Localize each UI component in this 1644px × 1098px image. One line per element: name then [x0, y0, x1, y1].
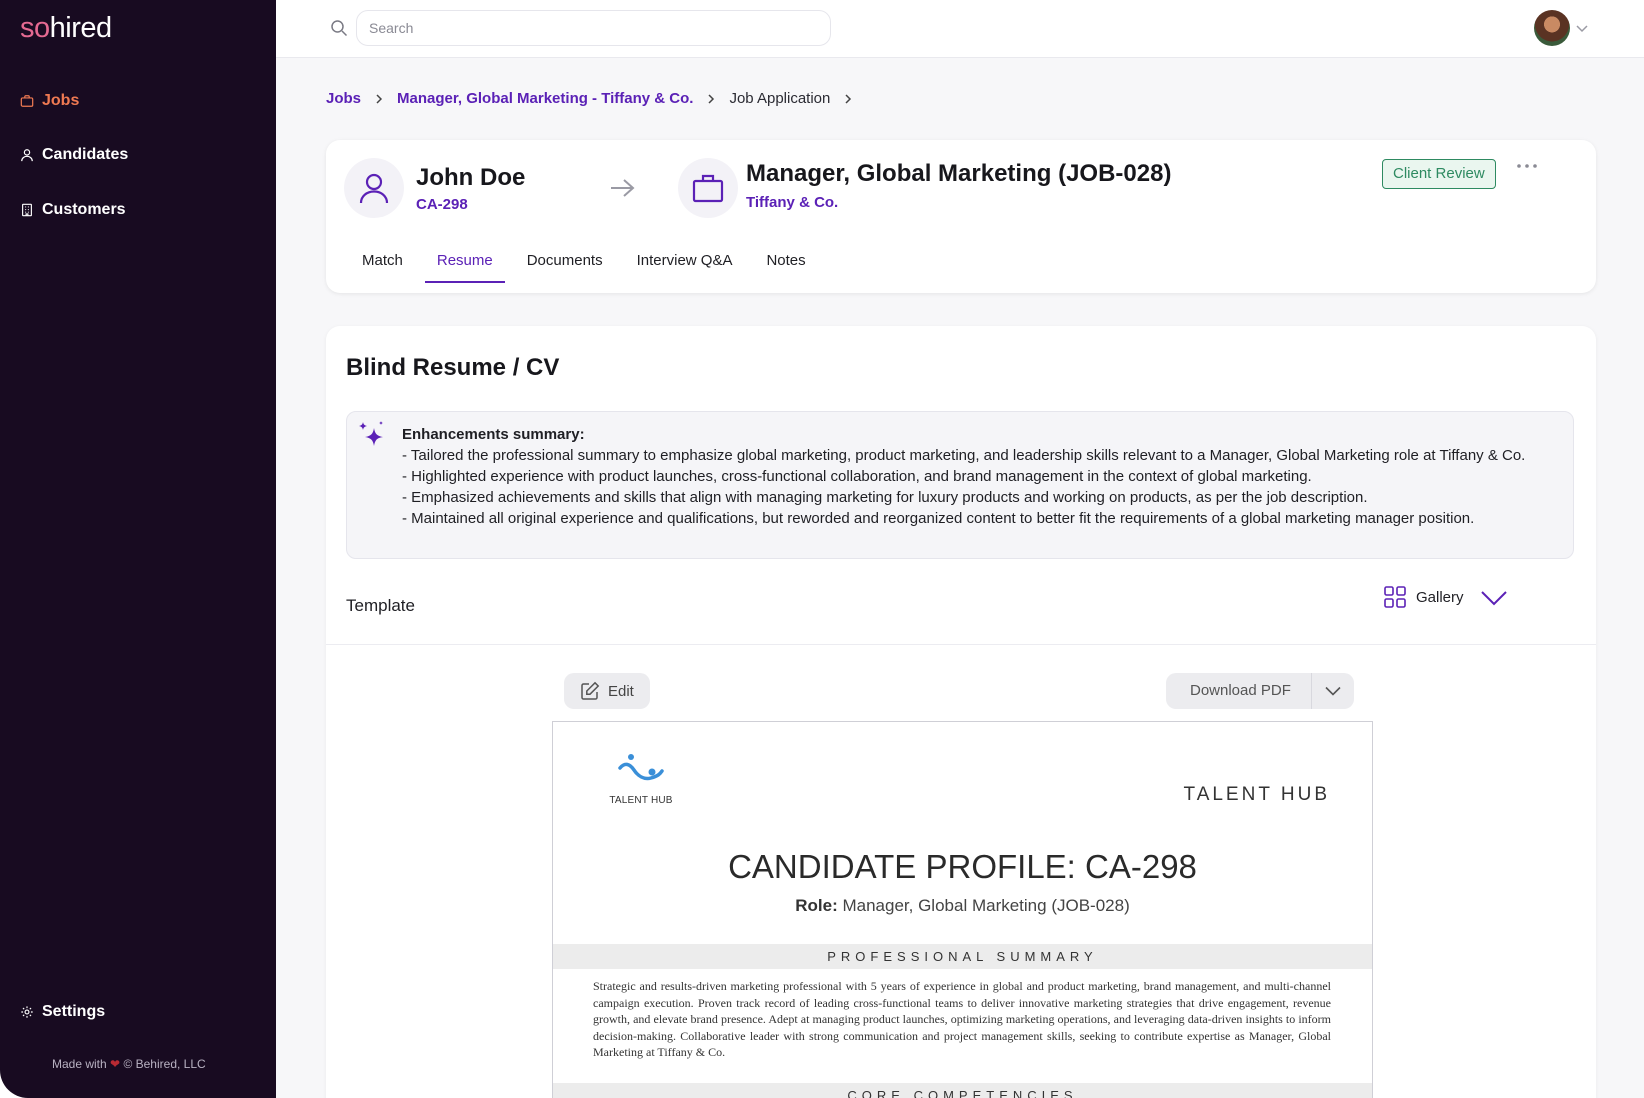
job-title[interactable]: Manager, Global Marketing (JOB-028): [746, 160, 1171, 188]
heart-icon: ❤: [110, 1057, 121, 1071]
summary-text: Enhancements summary: - Tailored the pro…: [402, 424, 1562, 529]
app-logo[interactable]: sohired: [20, 12, 112, 45]
footer-prefix: Made with: [52, 1057, 107, 1071]
candidate-id[interactable]: CA-298: [416, 196, 468, 213]
summary-paragraph: Strategic and results-driven marketing p…: [593, 979, 1331, 1059]
edit-label: Edit: [608, 682, 634, 700]
status-badge[interactable]: Client Review: [1382, 159, 1496, 189]
role-value: Manager, Global Marketing (JOB-028): [842, 896, 1130, 915]
job-company[interactable]: Tiffany & Co.: [746, 194, 838, 211]
summary-line: - Emphasized achievements and skills tha…: [402, 489, 1368, 506]
logo-hired-text: hired: [49, 12, 113, 44]
candidate-avatar: [344, 158, 404, 218]
edit-icon: [581, 681, 600, 700]
user-icon: [21, 149, 33, 162]
search-input[interactable]: [356, 10, 831, 46]
summary-line: - Highlighted experience with product la…: [402, 468, 1312, 485]
chevron-down-icon[interactable]: [1481, 590, 1507, 606]
edit-button[interactable]: Edit: [564, 673, 650, 709]
application-header-card: John Doe CA-298 Manager, Global Marketin…: [326, 140, 1596, 293]
breadcrumb: Jobs Manager, Global Marketing - Tiffany…: [326, 90, 854, 107]
tab-resume[interactable]: Resume: [424, 248, 505, 283]
download-pdf-group: Download PDF: [1166, 673, 1354, 709]
section-heading: CORE COMPETENCIES: [553, 1083, 1372, 1098]
tab-bar: Match Resume Documents Interview Q&A Not…: [350, 248, 828, 283]
avatar[interactable]: [1534, 10, 1570, 46]
logo-caption: TALENT HUB: [609, 795, 673, 806]
main-content: Jobs Manager, Global Marketing - Tiffany…: [276, 58, 1644, 1098]
summary-line: - Maintained all original experience and…: [402, 510, 1475, 527]
sparkle-icon: [359, 421, 383, 446]
breadcrumb-jobs[interactable]: Jobs: [326, 90, 361, 107]
footer-suffix: © Behired, LLC: [123, 1057, 206, 1071]
chevron-down-icon[interactable]: [1575, 21, 1589, 35]
candidate-name[interactable]: John Doe: [416, 164, 525, 192]
divider: [326, 644, 1596, 645]
resume-preview: TALENT HUB TALENT HUB CANDIDATE PROFILE:…: [552, 721, 1373, 1098]
summary-line: - Tailored the professional summary to e…: [402, 447, 1526, 464]
tab-notes[interactable]: Notes: [754, 248, 817, 283]
chevron-right-icon: [842, 93, 854, 105]
tab-match[interactable]: Match: [350, 248, 415, 283]
footer-credit: Made with ❤ © Behired, LLC: [52, 1057, 206, 1071]
job-avatar: [678, 158, 738, 218]
section-title: Blind Resume / CV: [346, 354, 560, 381]
sidebar: sohired Jobs Candidates Customers Settin…: [0, 0, 276, 1098]
doc-title: CANDIDATE PROFILE: CA-298: [728, 848, 1197, 885]
sidebar-item-label: Customers: [42, 201, 126, 218]
sidebar-item-label: Jobs: [42, 92, 80, 109]
enhancements-summary: Enhancements summary: - Tailored the pro…: [346, 411, 1574, 559]
breadcrumb-job[interactable]: Manager, Global Marketing - Tiffany & Co…: [397, 90, 693, 107]
chevron-right-icon: [373, 93, 385, 105]
template-label: Template: [346, 596, 415, 615]
talent-hub-logo-icon: [618, 754, 664, 781]
role-label: Role:: [795, 896, 838, 915]
sidebar-item-settings[interactable]: Settings: [20, 1003, 105, 1021]
doc-role: Role: Manager, Global Marketing (JOB-028…: [553, 896, 1372, 916]
breadcrumb-application: Job Application: [729, 90, 831, 107]
gear-icon: [21, 1006, 33, 1018]
more-options-icon[interactable]: [1516, 162, 1538, 170]
chevron-down-icon: [1325, 686, 1341, 696]
sidebar-item-candidates[interactable]: Candidates: [20, 146, 128, 164]
grid-icon: [1384, 586, 1406, 608]
section-heading: PROFESSIONAL SUMMARY: [553, 944, 1372, 969]
building-icon: [22, 203, 32, 217]
tab-interview-qa[interactable]: Interview Q&A: [625, 248, 745, 283]
doc-brand: TALENT HUB: [1183, 784, 1330, 805]
tab-documents[interactable]: Documents: [515, 248, 615, 283]
download-pdf-button[interactable]: Download PDF: [1166, 673, 1312, 709]
gallery-label: Gallery: [1416, 588, 1464, 606]
top-bar: [276, 0, 1644, 58]
gallery-button[interactable]: Gallery: [1384, 586, 1464, 608]
arrow-right-icon: [611, 179, 635, 197]
summary-heading: Enhancements summary:: [402, 426, 585, 443]
sidebar-item-jobs[interactable]: Jobs: [20, 92, 79, 110]
user-icon: [359, 173, 389, 204]
search-icon: [331, 20, 348, 37]
settings-label: Settings: [42, 1003, 106, 1020]
chevron-right-icon: [705, 93, 717, 105]
briefcase-icon: [20, 95, 34, 107]
logo-so-text: so: [20, 12, 50, 44]
talent-hub-logo: TALENT HUB: [593, 752, 689, 806]
resume-card: Blind Resume / CV Enhancements summary: …: [326, 326, 1596, 1098]
briefcase-icon: [692, 174, 724, 203]
download-options-toggle[interactable]: [1312, 673, 1354, 709]
sidebar-item-customers[interactable]: Customers: [20, 201, 126, 219]
sidebar-item-label: Candidates: [42, 146, 129, 163]
